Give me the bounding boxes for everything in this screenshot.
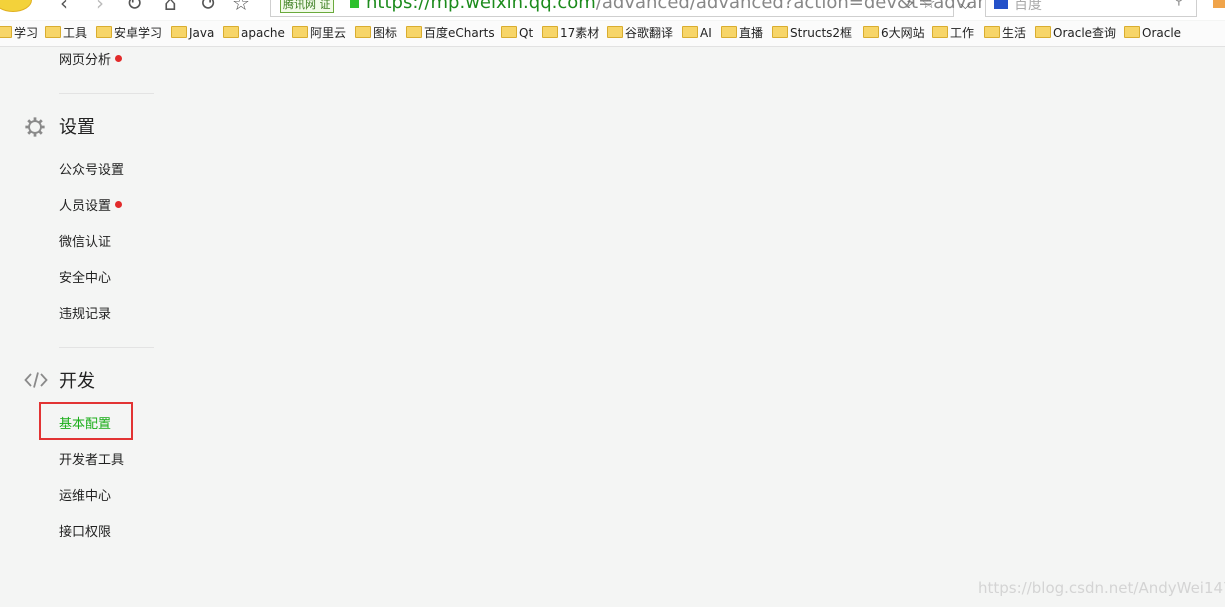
bookmark-item[interactable]: 学习 xyxy=(0,25,38,41)
folder-icon xyxy=(406,26,422,38)
folder-icon xyxy=(1124,26,1140,38)
url-path: /advanced/advanced?action=dev&t=advance xyxy=(595,0,1010,13)
secure-lock-icon xyxy=(350,0,359,8)
sidebar-item-api-permissions[interactable]: 接口权限 xyxy=(59,524,111,542)
folder-icon xyxy=(863,26,879,38)
sidebar-item-label: 运维中心 xyxy=(59,489,112,504)
site-badge: 腾讯网 证 xyxy=(280,0,334,13)
sidebar-item-label: 微信认证 xyxy=(59,235,112,250)
folder-icon xyxy=(292,26,308,38)
divider xyxy=(59,93,154,94)
search-input[interactable]: 百度 xyxy=(1014,0,1042,14)
sidebar-item-developer-tools[interactable]: 开发者工具 xyxy=(59,452,124,470)
folder-icon xyxy=(501,26,517,38)
folder-icon xyxy=(223,26,239,38)
folder-icon xyxy=(542,26,558,38)
folder-icon xyxy=(171,26,187,38)
sidebar-item-wechat-verification[interactable]: 微信认证 xyxy=(59,234,111,252)
folder-icon xyxy=(355,26,371,38)
bookmark-item[interactable]: Java xyxy=(171,25,214,41)
bookmark-item[interactable]: Oracle查询 xyxy=(1035,25,1116,41)
sidebar-item-security-center[interactable]: 安全中心 xyxy=(59,270,111,288)
bookmark-item[interactable]: 17素材 xyxy=(542,25,599,41)
sidebar-item-violation-records[interactable]: 违规记录 xyxy=(59,306,111,324)
url-host: https://mp.weixin.qq.com xyxy=(366,0,596,13)
bookmark-item[interactable]: 直播 xyxy=(721,25,763,41)
bookmark-item[interactable]: 工具 xyxy=(45,25,87,41)
home-icon[interactable]: ⌂ xyxy=(164,0,177,13)
folder-icon xyxy=(96,26,112,38)
watermark: https://blog.csdn.net/AndyWei147 xyxy=(978,579,1225,597)
sidebar-item-web-analytics[interactable]: 网页分析 xyxy=(59,52,123,70)
bookmark-item[interactable]: 谷歌翻译 xyxy=(607,25,673,41)
bookmark-item[interactable]: Oracle xyxy=(1124,25,1181,41)
bookmark-item[interactable]: 安卓学习 xyxy=(96,25,162,41)
bookmark-item[interactable]: 生活 xyxy=(984,25,1026,41)
bookmark-item[interactable]: Qt xyxy=(501,25,533,41)
sidebar-item-label: 接口权限 xyxy=(59,525,112,540)
folder-icon xyxy=(932,26,948,38)
back-icon[interactable]: ‹ xyxy=(60,0,68,13)
bookmarks-bar: 学习 工具 安卓学习 Java apache 阿里云 图标 百度eCharts … xyxy=(0,21,1225,47)
folder-icon xyxy=(607,26,623,38)
section-title-development: 开发 xyxy=(59,371,95,392)
bookmark-item[interactable]: Structs2框 xyxy=(772,25,852,41)
sidebar-item-label: 安全中心 xyxy=(59,271,112,286)
folder-icon xyxy=(984,26,1000,38)
sidebar-item-label: 网页分析 xyxy=(59,53,112,68)
code-icon xyxy=(24,372,48,388)
divider xyxy=(59,347,154,348)
browser-logo-icon xyxy=(0,0,32,12)
bookmark-item[interactable]: AI xyxy=(682,25,712,41)
bookmark-item[interactable]: apache xyxy=(223,25,285,41)
bookmark-item[interactable]: 工作 xyxy=(932,25,974,41)
section-title-settings: 设置 xyxy=(59,117,95,138)
highlight-box xyxy=(39,402,133,440)
folder-icon xyxy=(1035,26,1051,38)
notification-dot-icon xyxy=(115,201,123,208)
search-engine-icon[interactable] xyxy=(994,0,1008,9)
folder-icon xyxy=(682,26,698,38)
favorite-star-icon[interactable]: ☆ xyxy=(232,0,250,13)
bookmark-item[interactable]: 百度eCharts xyxy=(406,25,495,41)
sidebar-item-label: 公众号设置 xyxy=(59,163,125,178)
undo-icon[interactable]: ↺ xyxy=(200,0,217,13)
search-icon[interactable]: ⚲ xyxy=(1174,0,1184,8)
sidebar-item-label: 人员设置 xyxy=(59,199,112,214)
bookmark-item[interactable]: 图标 xyxy=(355,25,397,41)
folder-icon xyxy=(45,26,61,38)
extension-icon[interactable] xyxy=(1213,0,1225,8)
bookmark-item[interactable]: 6大网站 xyxy=(863,25,925,41)
sidebar-item-label: 开发者工具 xyxy=(59,453,125,468)
sidebar-item-member-settings[interactable]: 人员设置 xyxy=(59,198,123,216)
address-bar-actions[interactable]: ⚡ ☆ xyxy=(905,0,936,12)
folder-icon xyxy=(772,26,788,38)
sidebar-item-account-settings[interactable]: 公众号设置 xyxy=(59,162,124,180)
browser-toolbar: ‹ › ↻ ⌂ ↺ ☆ 腾讯网 证 https://mp.weixin.qq.c… xyxy=(0,0,1225,20)
sidebar-item-ops-center[interactable]: 运维中心 xyxy=(59,488,111,506)
folder-icon xyxy=(0,26,12,38)
sidebar-item-label: 违规记录 xyxy=(59,307,112,322)
reload-icon[interactable]: ↻ xyxy=(126,0,143,13)
dropdown-chevron-icon[interactable]: ⌵ xyxy=(960,0,971,15)
gear-icon xyxy=(25,117,45,137)
bookmark-item[interactable]: 阿里云 xyxy=(292,25,346,41)
notification-dot-icon xyxy=(115,55,123,62)
lightning-icon[interactable]: ⚡ xyxy=(905,0,916,12)
bookmark-star-icon[interactable]: ☆ xyxy=(921,0,935,12)
forward-icon[interactable]: › xyxy=(96,0,104,13)
folder-icon xyxy=(721,26,737,38)
